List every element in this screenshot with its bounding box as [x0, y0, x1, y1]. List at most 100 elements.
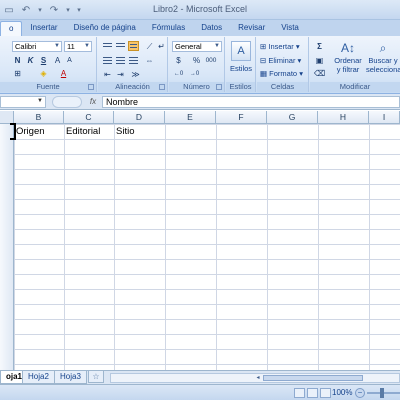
estilos-button-label: Estilos	[229, 64, 253, 73]
zoom-level[interactable]: 100%	[332, 387, 352, 399]
group-modificar: Σ ▣ ⌫ A↕ Ordenar y filtrar ⌕ Buscar y se…	[310, 37, 400, 92]
tab-vista[interactable]: Vista	[273, 21, 307, 36]
number-format-combo[interactable]: General ▼	[172, 41, 222, 52]
normal-view-icon[interactable]	[294, 388, 305, 398]
chevron-down-icon: ▼	[214, 43, 220, 49]
underline-icon[interactable]: S	[38, 55, 49, 66]
sheet-tab-hoja3[interactable]: Hoja3	[54, 371, 87, 384]
ribbon: Calibri ▼ 11 ▼ N K S A A ⊞ ◈ A Fuente ⟋ …	[0, 36, 400, 94]
zoom-slider-thumb[interactable]	[380, 388, 384, 398]
text-direction-icon[interactable]: ≫	[130, 69, 141, 80]
tab-datos[interactable]: Datos	[193, 21, 230, 36]
thousands-separator-icon[interactable]: 000	[203, 55, 219, 66]
font-name-combo[interactable]: Calibri ▼	[12, 41, 62, 52]
fuente-launcher-icon[interactable]	[88, 84, 94, 90]
decrease-indent-icon[interactable]: ⇤	[102, 69, 113, 80]
ordenar-filtrar-button[interactable]: A↕ Ordenar y filtrar	[332, 40, 364, 74]
merge-center-icon[interactable]: ⇔	[144, 55, 155, 66]
currency-icon[interactable]: $	[173, 55, 184, 66]
align-bottom-icon[interactable]	[128, 41, 139, 51]
formula-input[interactable]: Nombre	[102, 96, 400, 108]
column-header-i[interactable]: I	[369, 111, 400, 124]
insertar-label: Insertar	[268, 42, 294, 51]
wrap-text-icon[interactable]: ↵	[156, 41, 167, 52]
increase-decimal-icon[interactable]: ←0	[173, 69, 184, 80]
eliminar-label: Eliminar	[268, 56, 296, 65]
page-break-view-icon[interactable]	[320, 388, 331, 398]
zoom-out-icon[interactable]: −	[355, 388, 365, 398]
column-header-e[interactable]: E	[165, 111, 216, 124]
group-numero: General ▼ $ % 000 ←0 →0 Número	[169, 37, 225, 92]
buscar-seleccionar-button[interactable]: ⌕ Buscar y seleccionar	[366, 40, 400, 74]
formato-label: Formato	[269, 69, 298, 78]
buscar-label-2: seleccionar	[366, 65, 400, 74]
group-label-estilos: Estilos	[226, 82, 255, 92]
formato-button[interactable]: ▦ Formato ▾	[260, 68, 303, 79]
column-header-f[interactable]: F	[216, 111, 267, 124]
page-layout-view-icon[interactable]	[307, 388, 318, 398]
borders-icon[interactable]: ⊞	[12, 68, 23, 79]
tab-insertar[interactable]: Insertar	[22, 21, 65, 36]
format-cells-icon: ▦	[260, 69, 270, 78]
numero-launcher-icon[interactable]	[216, 84, 222, 90]
increase-indent-icon[interactable]: ⇥	[115, 69, 126, 80]
column-header-c[interactable]: C	[64, 111, 114, 124]
name-box[interactable]: ▼	[0, 96, 46, 108]
orientation-icon[interactable]: ⟋	[144, 41, 155, 52]
bold-icon[interactable]: N	[12, 55, 23, 66]
cell-b1[interactable]: Origen	[14, 124, 64, 139]
window-title: Libro2 - Microsoft Excel	[152, 4, 248, 14]
italic-icon[interactable]: K	[25, 55, 36, 66]
column-gridline	[114, 124, 115, 370]
buscar-label-1: Buscar y	[368, 56, 398, 65]
tab-formulas[interactable]: Fórmulas	[144, 21, 193, 36]
tab-inicio[interactable]: o	[0, 21, 23, 36]
align-left-icon[interactable]	[102, 55, 113, 65]
insertar-button[interactable]: ⊞ Insertar ▾	[260, 41, 300, 52]
align-top-icon[interactable]	[102, 41, 113, 51]
sheet-tab-hoja2[interactable]: Hoja2	[22, 371, 55, 384]
shrink-font-icon[interactable]: A	[64, 55, 75, 66]
align-middle-icon[interactable]	[115, 41, 126, 51]
column-gridline	[64, 124, 65, 370]
eliminar-button[interactable]: ⊟ Eliminar ▾	[260, 55, 301, 66]
number-format-value: General	[175, 42, 202, 51]
estilos-button[interactable]: A Estilos	[229, 41, 253, 73]
chevron-down-icon: ▼	[84, 43, 90, 49]
column-header-d[interactable]: D	[114, 111, 165, 124]
column-header-g[interactable]: G	[267, 111, 318, 124]
scroll-left-icon[interactable]: ◂	[253, 374, 263, 382]
column-gridline	[165, 124, 166, 370]
grow-font-icon[interactable]: A	[52, 55, 63, 66]
align-right-icon[interactable]	[128, 55, 139, 65]
font-color-icon[interactable]: A	[58, 68, 69, 79]
group-label-modificar: Modificar	[310, 82, 400, 92]
decrease-decimal-icon[interactable]: →0	[189, 69, 200, 80]
insert-function-icon[interactable]: fx	[86, 96, 100, 108]
insert-sheet-icon[interactable]: ☆	[88, 371, 104, 383]
tab-revisar[interactable]: Revisar	[230, 21, 273, 36]
scrollbar-thumb[interactable]	[263, 375, 363, 381]
fill-color-icon[interactable]: ◈	[38, 68, 49, 79]
font-name-value: Calibri	[15, 42, 37, 51]
tab-diseno-pagina[interactable]: Diseño de página	[66, 21, 144, 36]
percent-icon[interactable]: %	[191, 55, 202, 66]
group-celdas: ⊞ Insertar ▾ ⊟ Eliminar ▾ ▦ Formato ▾ Ce…	[257, 37, 309, 92]
font-size-combo[interactable]: 11 ▼	[64, 41, 92, 52]
ribbon-tabs: o Insertar Diseño de página Fórmulas Dat…	[0, 20, 400, 36]
column-gridline	[318, 124, 319, 370]
cell-c1[interactable]: Editorial	[64, 124, 114, 139]
autosum-icon[interactable]: Σ	[314, 41, 325, 52]
cell-grid[interactable]	[14, 124, 400, 370]
cell-d1[interactable]: Sitio	[114, 124, 165, 139]
clear-icon[interactable]: ⌫	[314, 68, 325, 79]
row-headers[interactable]	[0, 124, 14, 370]
group-label-celdas: Celdas	[257, 82, 308, 92]
fill-icon[interactable]: ▣	[314, 55, 325, 66]
formula-bar-splitter[interactable]	[52, 96, 82, 108]
align-center-icon[interactable]	[115, 55, 126, 65]
horizontal-scrollbar[interactable]: ◂	[110, 373, 400, 383]
column-header-h[interactable]: H	[318, 111, 369, 124]
alineacion-launcher-icon[interactable]	[159, 84, 165, 90]
column-header-b[interactable]: B	[14, 111, 64, 124]
